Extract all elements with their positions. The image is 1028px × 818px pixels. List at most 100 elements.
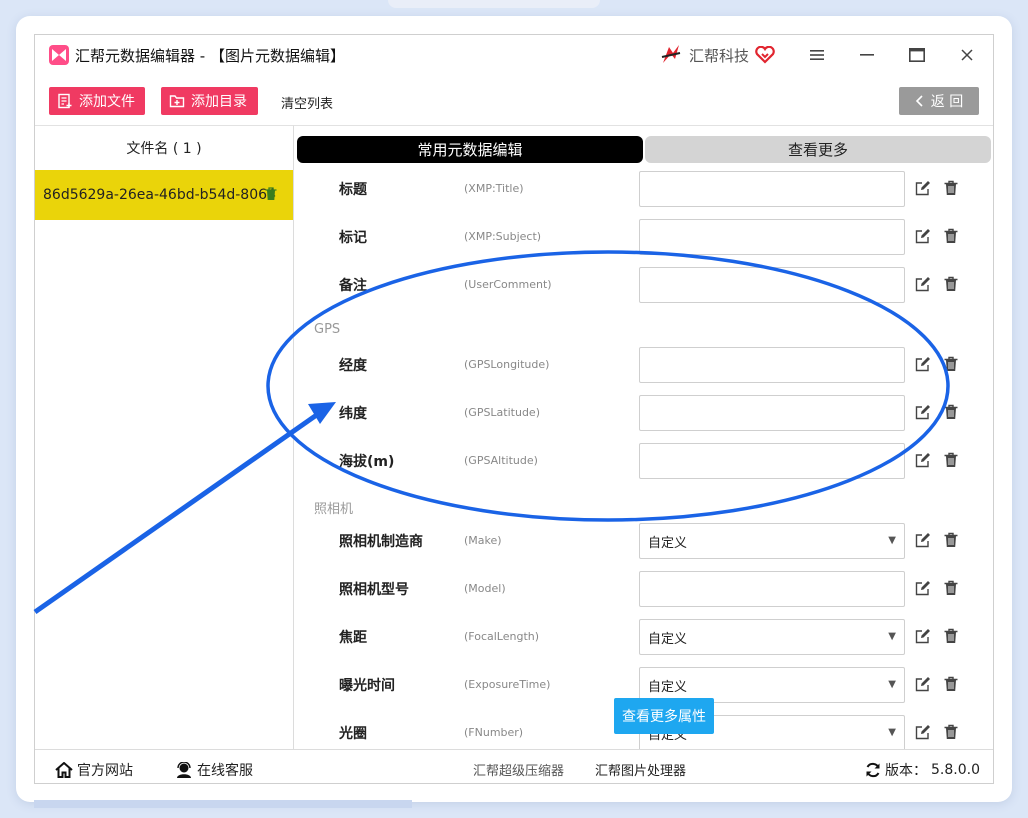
metadata-row-longitude: 经度 (GPSLongitude): [294, 341, 993, 389]
field-label: 海拔(m): [339, 454, 395, 470]
compressor-link[interactable]: 汇帮超级压缩器: [473, 760, 564, 779]
dropdown-arrow-icon: ▼: [888, 679, 896, 690]
delete-file-icon[interactable]: [265, 187, 277, 201]
metadata-row-latitude: 纬度 (GPSLatitude): [294, 389, 993, 437]
tab-view-more[interactable]: 查看更多: [645, 136, 991, 163]
file-list-item[interactable]: 86d5629a-26ea-46bd-b54d-8064: [35, 170, 293, 220]
online-service-label: 在线客服: [197, 763, 253, 779]
model-input[interactable]: [639, 571, 905, 607]
field-key: (ExposureTime): [464, 678, 551, 691]
edit-icon[interactable]: [915, 228, 931, 244]
delete-icon[interactable]: [944, 676, 958, 692]
background-tab-strip: [388, 0, 600, 8]
refresh-icon[interactable]: [865, 762, 881, 778]
field-label: 标题: [339, 182, 367, 198]
field-label: 焦距: [339, 630, 367, 646]
metadata-row-title: 标题 (XMP:Title): [294, 165, 993, 213]
edit-icon[interactable]: [915, 180, 931, 196]
latitude-input[interactable]: [639, 395, 905, 431]
customer-service-icon: [177, 762, 191, 778]
metadata-row-make: 照相机制造商 (Make) 自定义 ▼: [294, 517, 993, 565]
brand-logo-icon: [661, 45, 681, 63]
delete-icon[interactable]: [944, 228, 958, 244]
focal-length-select[interactable]: 自定义 ▼: [639, 619, 905, 655]
add-file-button[interactable]: 添加文件: [49, 87, 145, 115]
delete-icon[interactable]: [944, 580, 958, 596]
menu-icon[interactable]: [805, 45, 829, 65]
online-service-link[interactable]: 在线客服: [175, 760, 253, 780]
file-list-panel: 文件名 ( 1 ) 86d5629a-26ea-46bd-b54d-8064: [35, 125, 294, 749]
edit-icon[interactable]: [915, 532, 931, 548]
add-file-label: 添加文件: [79, 94, 135, 110]
edit-icon[interactable]: [915, 356, 931, 372]
delete-icon[interactable]: [944, 452, 958, 468]
brand-name: 汇帮科技: [689, 46, 750, 65]
edit-icon[interactable]: [915, 276, 931, 292]
vip-heart-icon[interactable]: [755, 46, 775, 64]
view-more-properties-button[interactable]: 查看更多属性: [614, 698, 714, 734]
delete-icon[interactable]: [944, 404, 958, 420]
field-key: (UserComment): [464, 278, 552, 291]
field-label: 经度: [339, 358, 367, 374]
metadata-editor: 常用元数据编辑 查看更多 标题 (XMP:Title) 标记 (XMP:Subj…: [294, 125, 993, 750]
delete-icon[interactable]: [944, 628, 958, 644]
back-button[interactable]: 返 回: [899, 87, 979, 115]
maximize-icon[interactable]: [905, 45, 929, 65]
field-key: (GPSLatitude): [464, 406, 540, 419]
delete-icon[interactable]: [944, 532, 958, 548]
field-key: (FocalLength): [464, 630, 540, 643]
comment-input[interactable]: [639, 267, 905, 303]
toolbar: 添加文件 添加目录 清空列表 返 回: [35, 75, 993, 125]
make-select[interactable]: 自定义 ▼: [639, 523, 905, 559]
field-key: (GPSLongitude): [464, 358, 550, 371]
exposure-time-select-value: 自定义: [648, 679, 688, 695]
window-title: 汇帮元数据编辑器 - 【图片元数据编辑】: [75, 46, 345, 65]
altitude-input[interactable]: [639, 443, 905, 479]
field-label: 标记: [339, 230, 367, 246]
version-number: 5.8.0.0: [931, 762, 980, 778]
tab-common-metadata[interactable]: 常用元数据编辑: [297, 136, 643, 163]
add-folder-icon: [169, 95, 185, 108]
longitude-input[interactable]: [639, 347, 905, 383]
edit-icon[interactable]: [915, 452, 931, 468]
version-info: 版本： 5.8.0.0: [865, 760, 980, 780]
version-label: 版本：: [885, 763, 927, 779]
section-gps: GPS: [314, 322, 341, 337]
brand: 汇帮科技: [659, 43, 775, 67]
add-directory-button[interactable]: 添加目录: [161, 87, 258, 115]
delete-icon[interactable]: [944, 180, 958, 196]
edit-icon[interactable]: [915, 724, 931, 740]
field-key: (Make): [464, 534, 502, 547]
metadata-row-model: 照相机型号 (Model): [294, 565, 993, 613]
edit-icon[interactable]: [915, 676, 931, 692]
delete-icon[interactable]: [944, 356, 958, 372]
official-website-link[interactable]: 官方网站: [55, 760, 133, 780]
field-key: (FNumber): [464, 726, 524, 739]
field-label: 备注: [339, 278, 367, 294]
official-website-label: 官方网站: [77, 763, 133, 779]
app-logo-icon: [49, 45, 69, 65]
section-camera: 照相机: [314, 502, 354, 517]
field-label: 光圈: [339, 726, 367, 742]
close-icon[interactable]: [955, 45, 979, 65]
delete-icon[interactable]: [944, 276, 958, 292]
image-processor-link[interactable]: 汇帮图片处理器: [595, 760, 686, 779]
field-label: 照相机制造商: [339, 534, 423, 550]
metadata-row-comment: 备注 (UserComment): [294, 261, 993, 309]
delete-icon[interactable]: [944, 724, 958, 740]
clear-list-button[interactable]: 清空列表: [281, 93, 333, 112]
subject-input[interactable]: [639, 219, 905, 255]
edit-icon[interactable]: [915, 404, 931, 420]
file-list-header: 文件名 ( 1 ): [126, 141, 202, 157]
metadata-row-subject: 标记 (XMP:Subject): [294, 213, 993, 261]
app-frame: 汇帮元数据编辑器 - 【图片元数据编辑】 汇帮科技 添加文件 添加目录 清空列表…: [34, 34, 994, 784]
metadata-row-focal-length: 焦距 (FocalLength) 自定义 ▼: [294, 613, 993, 661]
title-input[interactable]: [639, 171, 905, 207]
edit-icon[interactable]: [915, 580, 931, 596]
file-name: 86d5629a-26ea-46bd-b54d-8064: [43, 187, 276, 203]
dropdown-arrow-icon: ▼: [888, 727, 896, 738]
back-label: 返 回: [930, 94, 964, 110]
minimize-icon[interactable]: [855, 45, 879, 65]
edit-icon[interactable]: [915, 628, 931, 644]
metadata-row-altitude: 海拔(m) (GPSAltitude): [294, 437, 993, 485]
